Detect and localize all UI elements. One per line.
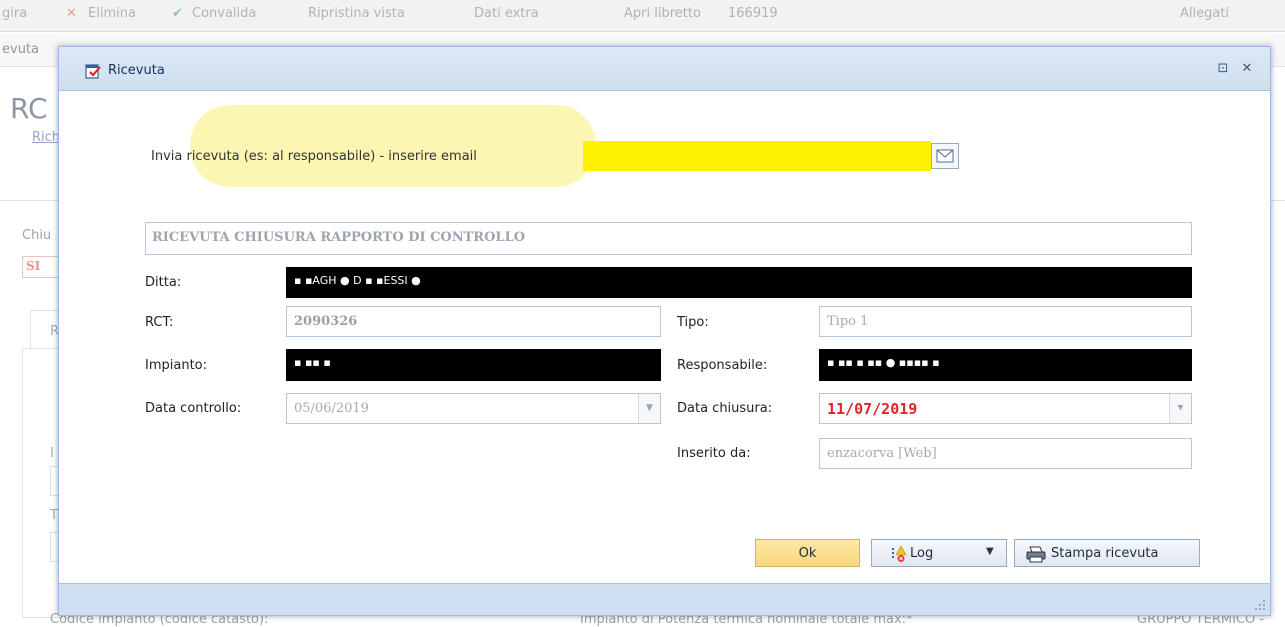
data-controllo-label: Data controllo: — [145, 401, 242, 416]
toolbar-item-ricevuta[interactable]: evuta — [2, 42, 39, 57]
email-highlight — [190, 105, 596, 187]
log-button[interactable]: Log ▼ — [871, 539, 1007, 567]
email-label: Invia ricevuta (es: al responsabile) - i… — [151, 149, 477, 164]
dialog-header[interactable]: Ricevuta ⊡ ✕ — [59, 47, 1270, 91]
tipo-label: Tipo: — [677, 315, 709, 330]
background-field-si[interactable]: SI — [22, 256, 62, 278]
inserito-da-field[interactable]: enzacorva [Web] — [819, 438, 1192, 469]
print-receipt-label: Stampa ricevuta — [1051, 546, 1159, 561]
rct-field[interactable]: 2090326 — [286, 306, 661, 337]
close-icon[interactable]: ✕ — [1239, 61, 1255, 77]
responsabile-label: Responsabile: — [677, 358, 768, 373]
dialog-title: Ricevuta — [108, 63, 165, 78]
delete-icon[interactable]: ✕ — [66, 6, 77, 21]
responsabile-field[interactable]: ▪ ▪▪ ▪ ▪▪ ● ▪▪▪▪ ▪ — [819, 349, 1192, 381]
receipt-icon — [85, 64, 101, 79]
send-email-button[interactable] — [931, 143, 959, 169]
ditta-label: Ditta: — [145, 275, 182, 290]
envelope-icon — [936, 149, 954, 163]
impianto-label: Impianto: — [145, 358, 207, 373]
chevron-down-icon[interactable]: ▼ — [1169, 394, 1191, 423]
ricevuta-dialog: Ricevuta ⊡ ✕ Invia ricevuta (es: al resp… — [58, 46, 1271, 616]
background-label-i: I — [50, 446, 54, 461]
data-controllo-value: 05/06/2019 — [294, 401, 369, 416]
rct-label: RCT: — [145, 315, 174, 330]
impianto-field[interactable]: ▪ ▪▪ ▪ — [286, 349, 661, 381]
data-chiusura-value: 11/07/2019 — [827, 400, 918, 418]
inserito-da-label: Inserito da: — [677, 446, 751, 461]
print-receipt-button[interactable]: Stampa ricevuta — [1014, 539, 1200, 567]
libretto-number[interactable]: 166919 — [728, 6, 778, 21]
background-label: Chiu — [22, 228, 52, 243]
toolbar-item-gira[interactable]: gira — [2, 6, 27, 21]
toolbar-item-ripristina[interactable]: Ripristina vista — [308, 6, 405, 21]
check-icon[interactable]: ✔ — [172, 6, 183, 21]
toolbar-item-elimina[interactable]: Elimina — [88, 6, 136, 21]
printer-icon — [1026, 546, 1046, 563]
background-page-title: RC — [10, 92, 48, 125]
log-warning-icon — [892, 545, 907, 562]
background-toolbar: gira ✕ Elimina ✔ Convalida Ripristina vi… — [0, 0, 1285, 32]
toolbar-item-convalida[interactable]: Convalida — [192, 6, 256, 21]
data-chiusura-label: Data chiusura: — [677, 401, 773, 416]
toolbar-item-allegati[interactable]: Allegati — [1180, 6, 1229, 21]
background-link[interactable]: Rich — [32, 130, 60, 145]
email-input[interactable] — [583, 141, 931, 171]
background-label-t: T — [50, 508, 58, 523]
receipt-header: RICEVUTA CHIUSURA RAPPORTO DI CONTROLLO — [145, 222, 1192, 255]
ok-button[interactable]: Ok — [755, 539, 860, 567]
ditta-field[interactable]: ▪ ▪AGH ● D ▪ ▪ESSI ● — [286, 267, 1192, 298]
data-chiusura-field[interactable]: 11/07/2019 ▼ — [819, 393, 1192, 424]
data-controllo-field[interactable]: 05/06/2019 ▼ — [286, 393, 661, 424]
chevron-down-icon[interactable]: ▼ — [986, 546, 994, 557]
log-label: Log — [910, 546, 934, 561]
maximize-icon[interactable]: ⊡ — [1215, 61, 1231, 77]
tipo-field[interactable]: Tipo 1 — [819, 306, 1192, 337]
toolbar-item-dati-extra[interactable]: Dati extra — [474, 6, 539, 21]
resize-grip-icon[interactable] — [1254, 599, 1266, 611]
toolbar-item-apri-libretto[interactable]: Apri libretto — [624, 6, 701, 21]
chevron-down-icon[interactable]: ▼ — [638, 394, 660, 423]
dialog-footer — [59, 583, 1270, 615]
